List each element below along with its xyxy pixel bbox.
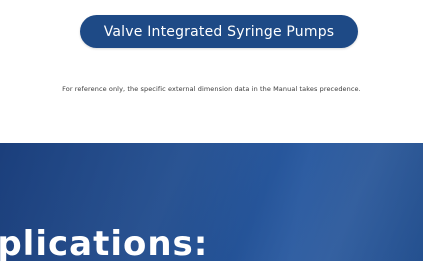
product-category-label: Valve Integrated Syringe Pumps [103, 23, 335, 40]
applications-heading: pplications: [0, 224, 209, 261]
applications-banner: pplications: [0, 143, 423, 261]
product-category-button[interactable]: Valve Integrated Syringe Pumps [80, 15, 358, 48]
disclaimer-text: For reference only, the specific externa… [62, 85, 361, 93]
top-section: Valve Integrated Syringe Pumps For refer… [0, 0, 423, 143]
